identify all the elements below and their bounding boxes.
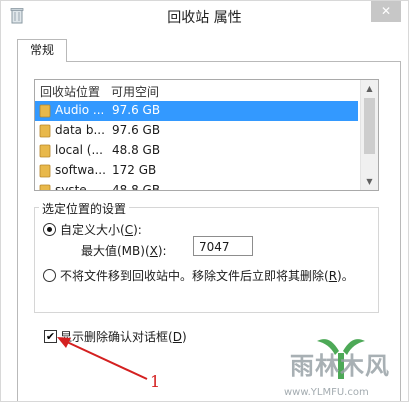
recycle-bin-properties-window: 回收站 属性 ✕ 常规 回收站位置 可用空间 Audio ... 97.6 GB… [0,0,409,402]
watermark-text: 雨林木风 [290,352,390,380]
tab-general[interactable]: 常规 [17,39,67,62]
watermark-url: www.YLMFU.com [284,387,369,398]
annotation-number: 1 [150,372,161,391]
